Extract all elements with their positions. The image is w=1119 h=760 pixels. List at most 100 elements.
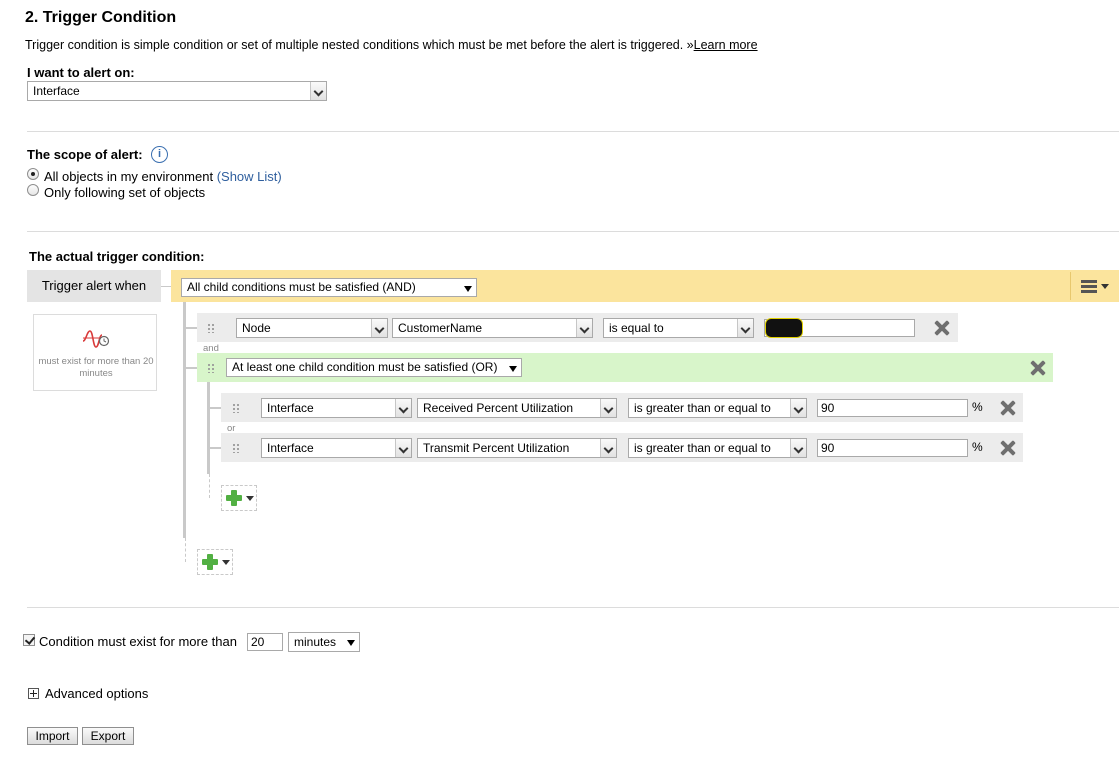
duration-value-input[interactable]: 20 [247, 633, 283, 651]
tree-line [207, 407, 221, 409]
section-title: 2. Trigger Condition [25, 9, 177, 26]
divider [27, 131, 1119, 132]
import-button[interactable]: Import [27, 727, 78, 745]
remove-group-icon[interactable] [1030, 360, 1046, 376]
tree-line [183, 367, 197, 369]
group-menu-button[interactable] [1070, 272, 1114, 300]
sub2-operator-value: is greater than or equal to [634, 441, 771, 455]
sub2-unit: % [972, 440, 983, 454]
drag-handle-icon[interactable] [232, 443, 240, 453]
condition-field-select[interactable]: CustomerName [392, 318, 593, 338]
hamburger-icon [1081, 280, 1097, 283]
sub2-field-value: Transmit Percent Utilization [423, 441, 570, 455]
summary-card: must exist for more than 20 minutes [33, 314, 157, 391]
root-logic-select[interactable]: All child conditions must be satisfied (… [181, 278, 477, 297]
hamburger-icon-bar [1081, 290, 1097, 293]
add-icon [202, 554, 218, 570]
remove-condition-icon[interactable] [1000, 400, 1016, 416]
learn-more-link[interactable]: Learn more [694, 38, 758, 52]
duration-label: Condition must exist for more than [39, 634, 237, 649]
dropdown-triangle-icon [505, 359, 521, 376]
scope-all-text: All objects in my environment [44, 169, 214, 184]
divider [27, 231, 1119, 232]
alert-on-select[interactable]: Interface [27, 81, 327, 101]
sub2-operator-select[interactable]: is greater than or equal to [628, 438, 807, 458]
hamburger-icon-bar [1081, 285, 1097, 288]
trigger-label: The actual trigger condition: [29, 249, 205, 264]
tree-line [207, 382, 210, 474]
add-condition-button[interactable] [197, 549, 233, 575]
alert-on-value: Interface [33, 84, 80, 98]
condition-operator-value: is equal to [609, 321, 664, 335]
dropdown-triangle-icon [343, 633, 359, 651]
sub1-value-input[interactable]: 90 [817, 399, 968, 417]
remove-condition-icon[interactable] [934, 320, 950, 336]
advanced-options-label[interactable]: Advanced options [45, 686, 148, 701]
drag-handle-icon[interactable] [207, 363, 215, 373]
scope-all-radio[interactable] [27, 168, 39, 180]
duration-checkbox[interactable] [23, 634, 35, 646]
redaction-mark [766, 319, 802, 337]
sub1-operator-value: is greater than or equal to [634, 401, 771, 415]
description-text: Trigger condition is simple condition or… [25, 38, 694, 52]
chevron-down-icon [600, 399, 616, 417]
tree-line [183, 327, 197, 329]
sub2-value-input[interactable]: 90 [817, 439, 968, 457]
show-list-link[interactable]: (Show List) [217, 169, 282, 184]
group-logic-select[interactable]: At least one child condition must be sat… [226, 358, 522, 377]
summary-text: must exist for more than 20 minutes [38, 356, 154, 379]
alert-on-label: I want to alert on: [27, 65, 135, 80]
root-logic-value: All child conditions must be satisfied (… [187, 280, 416, 294]
remove-condition-icon[interactable] [1000, 440, 1016, 456]
scope-all-label: All objects in my environment (Show List… [44, 169, 282, 184]
sub2-field-select[interactable]: Transmit Percent Utilization [417, 438, 617, 458]
tree-line [209, 474, 210, 498]
condition-graph-icon [82, 330, 110, 348]
sub1-unit: % [972, 400, 983, 414]
condition-object-value: Node [242, 321, 271, 335]
chevron-down-icon [600, 439, 616, 457]
chevron-down-icon [576, 319, 592, 337]
chevron-down-icon [395, 399, 411, 417]
chevron-down-icon [790, 399, 806, 417]
duration-unit-value: minutes [294, 635, 337, 649]
divider [27, 607, 1119, 608]
tree-line [185, 538, 186, 562]
condition-operator-select[interactable]: is equal to [603, 318, 754, 338]
expand-icon[interactable] [28, 688, 39, 699]
chevron-down-icon [371, 319, 387, 337]
drag-handle-icon[interactable] [232, 403, 240, 413]
export-button[interactable]: Export [82, 727, 134, 745]
info-icon[interactable]: i [151, 146, 168, 163]
scope-following-label: Only following set of objects [44, 185, 206, 200]
tree-line [207, 447, 221, 449]
drag-handle-icon[interactable] [207, 323, 215, 333]
sub1-field-select[interactable]: Received Percent Utilization [417, 398, 617, 418]
chevron-down-icon [310, 82, 326, 100]
sub2-object-select[interactable]: Interface [261, 438, 412, 458]
dropdown-triangle-icon [460, 279, 476, 296]
chevron-down-icon [737, 319, 753, 337]
sub1-object-value: Interface [267, 401, 314, 415]
condition-object-select[interactable]: Node [236, 318, 388, 338]
add-icon [226, 490, 242, 506]
group-logic-value: At least one child condition must be sat… [232, 360, 498, 374]
sub2-object-value: Interface [267, 441, 314, 455]
sub1-object-select[interactable]: Interface [261, 398, 412, 418]
scope-label: The scope of alert: [27, 147, 143, 162]
section-description: Trigger condition is simple condition or… [25, 38, 758, 52]
chevron-down-icon [1101, 284, 1109, 289]
condition-field-value: CustomerName [398, 321, 483, 335]
add-sub-condition-button[interactable] [221, 485, 257, 511]
sub1-field-value: Received Percent Utilization [423, 401, 574, 415]
duration-unit-select[interactable]: minutes [288, 632, 360, 652]
sub1-operator-select[interactable]: is greater than or equal to [628, 398, 807, 418]
tree-line [183, 302, 186, 538]
chevron-down-icon [222, 560, 230, 565]
chevron-down-icon [246, 496, 254, 501]
chevron-down-icon [395, 439, 411, 457]
expand-icon-bar [30, 693, 37, 694]
chevron-down-icon [790, 439, 806, 457]
trigger-when-label: Trigger alert when [27, 270, 161, 302]
scope-following-radio[interactable] [27, 184, 39, 196]
